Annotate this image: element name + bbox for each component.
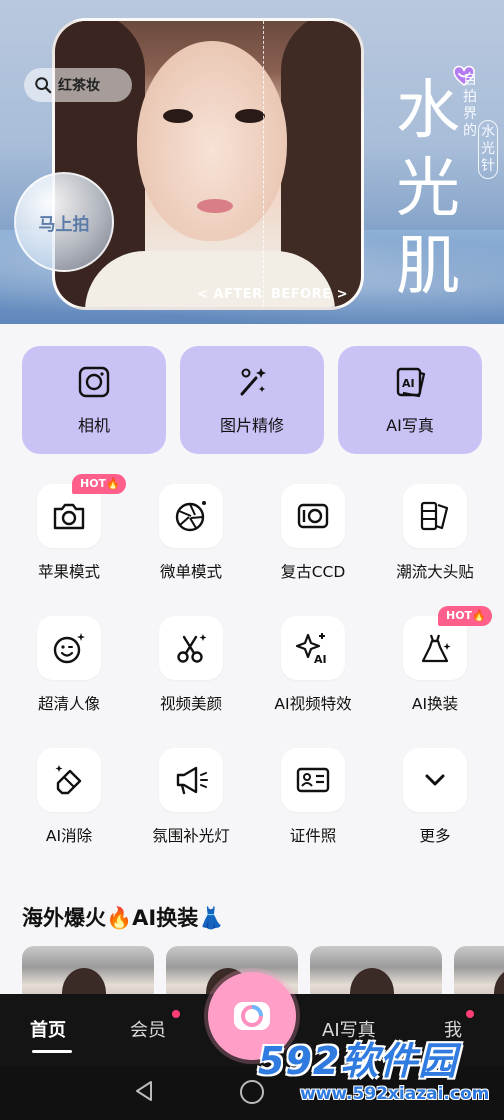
active-tab-indicator xyxy=(32,1050,72,1053)
tool-label: 苹果模式 xyxy=(37,563,100,581)
before-after-divider xyxy=(263,21,264,307)
tool-mirrorless-mode[interactable]: 微单模式 xyxy=(132,484,250,604)
tab-home[interactable]: 首页 xyxy=(30,1016,66,1042)
tool-id-photo[interactable]: 证件照 xyxy=(254,748,372,868)
watermark-logo-text: 592软件园 xyxy=(258,1039,458,1083)
tool-label: 更多 xyxy=(419,827,451,845)
tool-label: 证件照 xyxy=(289,827,337,845)
tool-ai-video-effects[interactable]: AI AI视频特效 xyxy=(254,616,372,736)
promo-banner[interactable]: < AFTER BEFORE > 红茶妆 马上拍 水光肌 自拍界的 水光针 xyxy=(0,0,504,324)
tool-retro-ccd[interactable]: 复古CCD xyxy=(254,484,372,604)
photo-strip-icon xyxy=(420,501,449,531)
camera-label: 相机 xyxy=(77,416,110,435)
tool-ai-eraser[interactable]: AI消除 xyxy=(10,748,128,868)
id-card-icon xyxy=(296,767,330,793)
tool-label: AI换装 xyxy=(411,695,459,713)
search-chip-label: 红茶妆 xyxy=(58,78,100,94)
svg-text:AI: AI xyxy=(314,653,327,666)
tool-hd-portrait[interactable]: 超清人像 xyxy=(10,616,128,736)
tools-grid: HOT🔥 苹果模式 微单模式 复古CCD 潮流大头贴 超清人像 视频美颜 AI … xyxy=(0,474,504,880)
section-title: 海外爆火🔥AI换装👗 xyxy=(22,906,225,930)
chevron-down-icon xyxy=(425,774,445,786)
tool-icon-box xyxy=(37,616,101,680)
svg-text:AI: AI xyxy=(402,377,415,390)
smiley-sparkle-icon xyxy=(53,633,85,664)
scissors-icon xyxy=(177,634,207,663)
tool-label: 氛围补光灯 xyxy=(152,827,230,845)
after-label: < AFTER xyxy=(197,287,263,302)
tool-video-beauty[interactable]: 视频美颜 xyxy=(132,616,250,736)
ai-portrait-icon: AI xyxy=(396,367,426,398)
photo-retouch-label: 图片精修 xyxy=(219,416,284,435)
tool-label: 微单模式 xyxy=(159,563,222,581)
before-label: BEFORE > xyxy=(271,287,349,302)
tool-label: 潮流大头贴 xyxy=(396,563,474,581)
tool-photo-sticker[interactable]: 潮流大头贴 xyxy=(376,484,494,604)
tool-label: 视频美颜 xyxy=(159,695,222,713)
tool-icon-box xyxy=(403,484,467,548)
before-after-photo: < AFTER BEFORE > xyxy=(52,18,364,310)
tool-label: AI视频特效 xyxy=(274,695,352,713)
search-icon xyxy=(35,77,52,94)
banner-title: 水光肌 xyxy=(396,74,460,304)
tool-more[interactable]: 更多 xyxy=(376,748,494,868)
tab-vip[interactable]: 会员 xyxy=(130,1016,166,1042)
makeup-search-chip[interactable]: 红茶妆 xyxy=(24,68,132,102)
ccd-camera-icon xyxy=(297,503,329,529)
camera-icon xyxy=(53,503,85,530)
hot-badge: HOT🔥 xyxy=(438,606,492,626)
ai-portrait-button[interactable]: AI AI写真 xyxy=(338,346,482,454)
tool-apple-mode[interactable]: HOT🔥 苹果模式 xyxy=(10,474,128,604)
watermark-url: www.592xiazai.com xyxy=(300,1084,490,1104)
megaphone-light-icon xyxy=(176,766,208,795)
notification-dot xyxy=(172,1010,180,1018)
tool-icon-box xyxy=(159,748,223,812)
dress-icon xyxy=(421,634,451,663)
ai-sparkle-icon: AI xyxy=(295,633,327,666)
hot-badge: HOT🔥 xyxy=(72,474,126,494)
tool-icon-box xyxy=(159,616,223,680)
camera-button[interactable]: 相机 xyxy=(22,346,166,454)
tool-icon-box xyxy=(281,748,345,812)
tool-label: AI消除 xyxy=(45,827,93,845)
tool-label: 复古CCD xyxy=(280,563,346,581)
tool-icon-box xyxy=(403,748,467,812)
banner-side-boxed-text: 水光针 xyxy=(478,120,498,179)
photo-retouch-button[interactable]: 图片精修 xyxy=(180,346,324,454)
camera-icon xyxy=(78,366,110,398)
tool-icon-box xyxy=(37,748,101,812)
magic-wand-icon xyxy=(240,368,266,396)
eraser-icon xyxy=(55,765,82,795)
aperture-icon xyxy=(175,501,206,532)
tool-icon-box xyxy=(159,484,223,548)
shoot-now-button[interactable]: 马上拍 xyxy=(14,172,114,272)
shoot-now-label: 马上拍 xyxy=(38,214,90,235)
back-icon[interactable] xyxy=(132,1078,158,1104)
ai-portrait-label: AI写真 xyxy=(386,416,434,435)
tool-icon-box: AI xyxy=(281,616,345,680)
tool-icon-box xyxy=(281,484,345,548)
tool-label: 超清人像 xyxy=(37,695,100,713)
tool-ai-outfit[interactable]: HOT🔥 AI换装 xyxy=(376,606,494,736)
tool-ambient-fill-light[interactable]: 氛围补光灯 xyxy=(132,748,250,868)
primary-actions: 相机 图片精修 AI AI写真 xyxy=(22,346,482,454)
notification-dot xyxy=(466,1010,474,1018)
